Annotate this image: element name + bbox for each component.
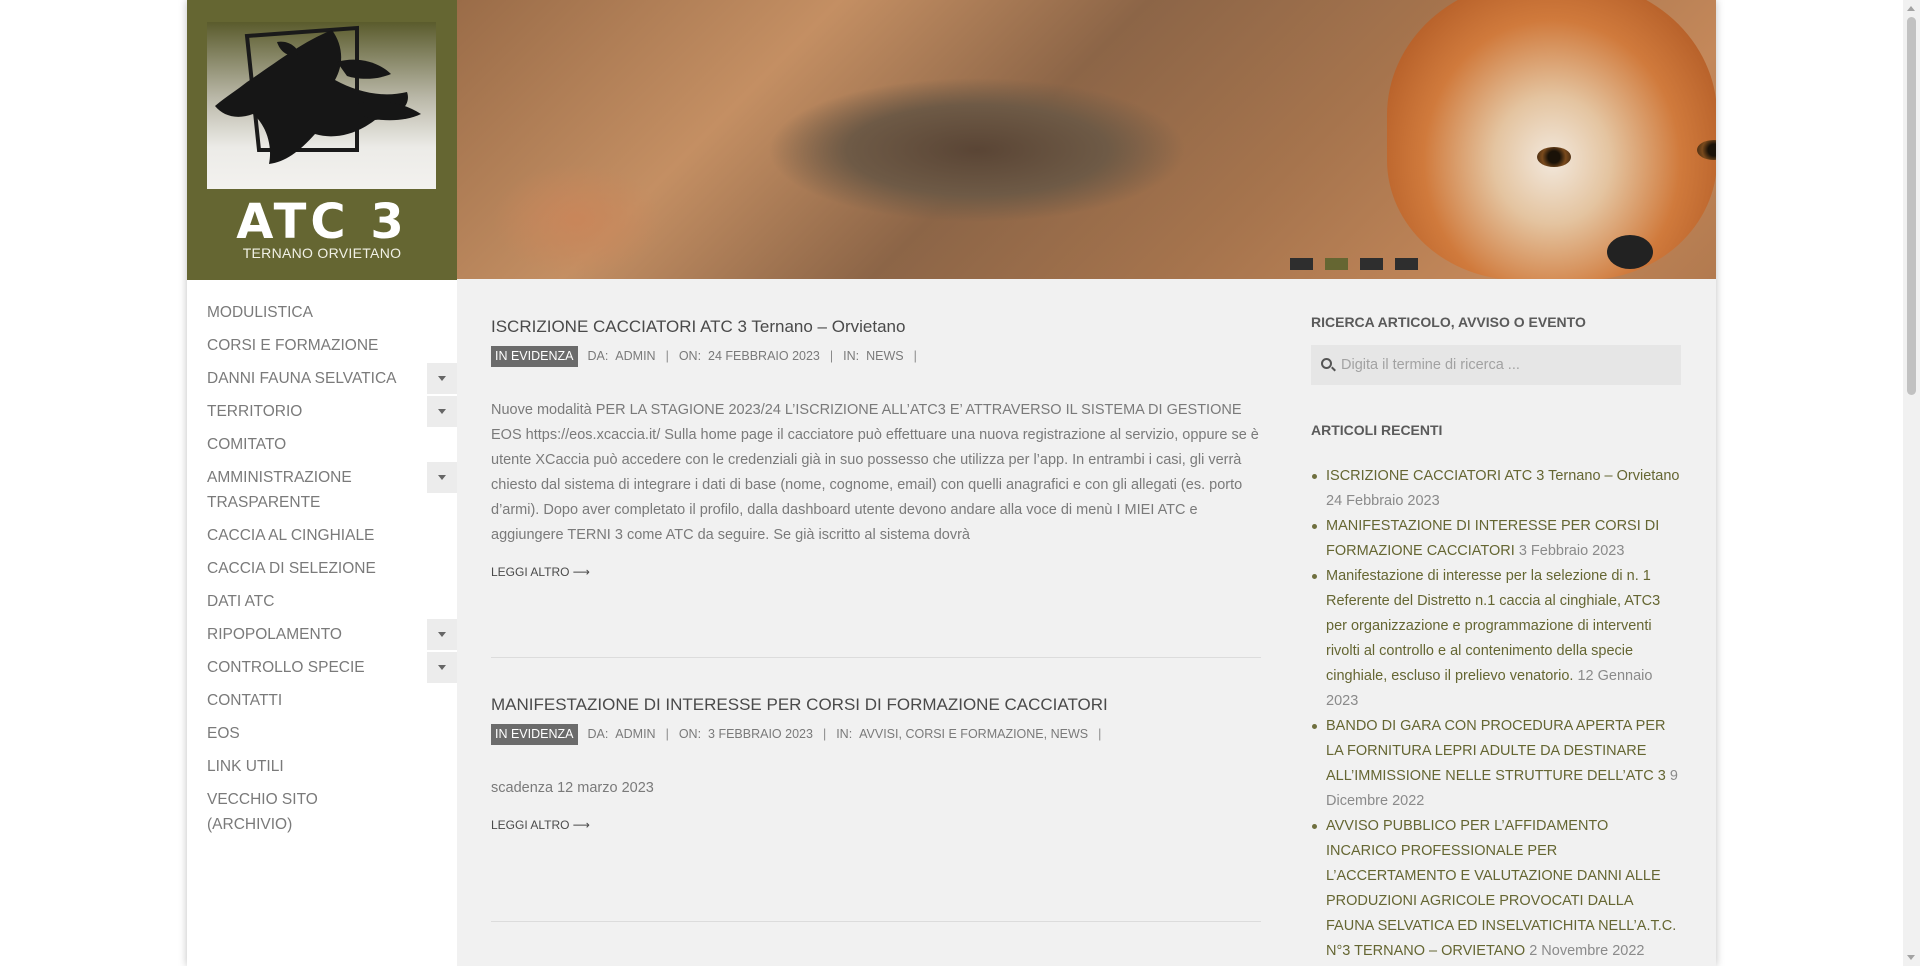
- nav-item-dati-atc[interactable]: DATI ATC: [187, 585, 457, 618]
- post-excerpt: Nuove modalità PER LA STAGIONE 2023/24 L…: [491, 402, 1259, 543]
- post-item: ISCRIZIONE CACCIATORI ATC 3 Ternano – Or…: [491, 280, 1261, 657]
- post-meta: IN EVIDENZA DA: ADMIN | ON: 3 FEBBRAIO 2…: [491, 724, 1261, 745]
- recent-post-link[interactable]: AVVISO PUBBLICO PER L’AFFIDAMENTO INCARI…: [1326, 818, 1676, 959]
- hero-slider-image: [457, 0, 1716, 279]
- nav-item-corsi-formazione[interactable]: CORSI E FORMAZIONE: [187, 329, 457, 362]
- scroll-down-icon[interactable]: [1907, 955, 1915, 960]
- nav-item-link-utili[interactable]: LINK UTILI: [187, 750, 457, 783]
- site-logo[interactable]: ATC 3 TERNANO ORVIETANO: [187, 0, 457, 280]
- post-author[interactable]: ADMIN: [615, 724, 655, 745]
- slider-dot-1[interactable]: [1290, 258, 1313, 270]
- post-categories[interactable]: NEWS: [866, 346, 904, 367]
- slider-dot-3[interactable]: [1360, 258, 1383, 270]
- nav-item-caccia-selezione[interactable]: CACCIA DI SELEZIONE: [187, 552, 457, 585]
- widget-column: RICERCA ARTICOLO, AVVISO O EVENTO ARTICO…: [1311, 280, 1681, 964]
- fox-eye: [1537, 147, 1571, 167]
- recent-post-date: 3 Febbraio 2023: [1518, 543, 1625, 559]
- fox-photo: [1387, 0, 1716, 279]
- submenu-toggle-icon[interactable]: [427, 363, 457, 394]
- list-item: Manifestazione di interesse per la selez…: [1311, 564, 1681, 714]
- list-item: BANDO DI GARA CON PROCEDURA APERTA PER L…: [1311, 714, 1681, 814]
- post-item: MANIFESTAZIONE DI INTERESSE PER CORSI DI…: [491, 658, 1261, 921]
- post-categories[interactable]: AVVISI, CORSI E FORMAZIONE, NEWS: [859, 724, 1088, 745]
- page-scrollbar[interactable]: [1903, 0, 1920, 966]
- search-widget-title: RICERCA ARTICOLO, AVVISO O EVENTO: [1311, 314, 1586, 330]
- post-title[interactable]: ISCRIZIONE CACCIATORI ATC 3 Ternano – Or…: [491, 316, 1261, 338]
- author-label: DA:: [587, 727, 609, 741]
- read-more-link[interactable]: LEGGI ALTRO ⟶: [491, 818, 590, 832]
- nav-item-contatti[interactable]: CONTATTI: [187, 684, 457, 717]
- site-subtitle: TERNANO ORVIETANO: [242, 245, 402, 261]
- post-list: ISCRIZIONE CACCIATORI ATC 3 Ternano – Or…: [491, 280, 1261, 922]
- post-excerpt: scadenza 12 marzo 2023: [491, 780, 654, 796]
- logo-emblem-icon: [207, 22, 436, 189]
- submenu-toggle-icon[interactable]: [427, 462, 457, 493]
- site-title: ATC 3: [236, 194, 408, 250]
- post-divider: [491, 921, 1261, 922]
- list-item: AVVISO PUBBLICO PER L’AFFIDAMENTO INCARI…: [1311, 814, 1681, 964]
- nav-item-danni-fauna[interactable]: DANNI FAUNA SELVATICA: [187, 362, 457, 395]
- category-label: IN:: [843, 349, 860, 363]
- list-item: ISCRIZIONE CACCIATORI ATC 3 Ternano – Or…: [1311, 464, 1681, 514]
- recent-post-link[interactable]: ISCRIZIONE CACCIATORI ATC 3 Ternano – Or…: [1326, 468, 1680, 484]
- recent-post-date: 24 Febbraio 2023: [1326, 493, 1440, 509]
- slider-dot-2[interactable]: [1325, 258, 1348, 270]
- sidebar: ATC 3 TERNANO ORVIETANO MODULISTICA CORS…: [187, 0, 457, 966]
- author-label: DA:: [587, 349, 609, 363]
- featured-badge: IN EVIDENZA: [491, 346, 578, 367]
- list-item: MANIFESTAZIONE DI INTERESSE PER CORSI DI…: [1311, 514, 1681, 564]
- search-box[interactable]: [1311, 345, 1681, 385]
- nav-item-controllo-specie[interactable]: CONTROLLO SPECIE: [187, 651, 457, 684]
- search-input[interactable]: [1341, 345, 1671, 385]
- nav-item-ripopolamento[interactable]: RIPOPOLAMENTO: [187, 618, 457, 651]
- date-label: ON:: [678, 349, 702, 363]
- recent-post-link[interactable]: Manifestazione di interesse per la selez…: [1326, 568, 1660, 684]
- fox-nose: [1607, 235, 1653, 269]
- date-label: ON:: [678, 727, 702, 741]
- submenu-toggle-icon[interactable]: [427, 396, 457, 427]
- nav-item-territorio[interactable]: TERRITORIO: [187, 395, 457, 428]
- post-title[interactable]: MANIFESTAZIONE DI INTERESSE PER CORSI DI…: [491, 694, 1261, 716]
- slider-dot-4[interactable]: [1395, 258, 1418, 270]
- nav-item-eos[interactable]: EOS: [187, 717, 457, 750]
- nav-item-caccia-cinghiale[interactable]: CACCIA AL CINGHIALE: [187, 519, 457, 552]
- post-meta: IN EVIDENZA DA: ADMIN | ON: 24 FEBBRAIO …: [491, 346, 1261, 367]
- read-more-link[interactable]: LEGGI ALTRO ⟶: [491, 565, 590, 579]
- post-author[interactable]: ADMIN: [615, 346, 655, 367]
- recent-posts-list: ISCRIZIONE CACCIATORI ATC 3 Ternano – Or…: [1311, 464, 1681, 964]
- main-nav: MODULISTICA CORSI E FORMAZIONE DANNI FAU…: [187, 296, 457, 841]
- page-container: ATC 3 TERNANO ORVIETANO MODULISTICA CORS…: [187, 0, 1716, 966]
- featured-badge: IN EVIDENZA: [491, 724, 578, 745]
- scroll-thumb[interactable]: [1907, 17, 1916, 395]
- recent-post-date: 2 Novembre 2022: [1529, 943, 1645, 959]
- post-date[interactable]: 24 FEBBRAIO 2023: [708, 346, 820, 367]
- submenu-toggle-icon[interactable]: [427, 652, 457, 683]
- nav-item-vecchio-sito[interactable]: VECCHIO SITO (ARCHIVIO): [187, 783, 457, 841]
- nav-item-amministrazione-trasparente[interactable]: AMMINISTRAZIONE TRASPARENTE: [187, 461, 457, 519]
- slider-pagination: [1290, 258, 1418, 270]
- recent-widget-title: ARTICOLI RECENTI: [1311, 422, 1443, 438]
- nav-item-comitato[interactable]: COMITATO: [187, 428, 457, 461]
- submenu-toggle-icon[interactable]: [427, 619, 457, 650]
- nav-item-modulistica[interactable]: MODULISTICA: [187, 296, 457, 329]
- category-label: IN:: [836, 727, 853, 741]
- search-icon: [1321, 358, 1332, 369]
- recent-post-link[interactable]: BANDO DI GARA CON PROCEDURA APERTA PER L…: [1326, 718, 1666, 784]
- scroll-up-icon[interactable]: [1907, 6, 1915, 11]
- post-date[interactable]: 3 FEBBRAIO 2023: [708, 724, 813, 745]
